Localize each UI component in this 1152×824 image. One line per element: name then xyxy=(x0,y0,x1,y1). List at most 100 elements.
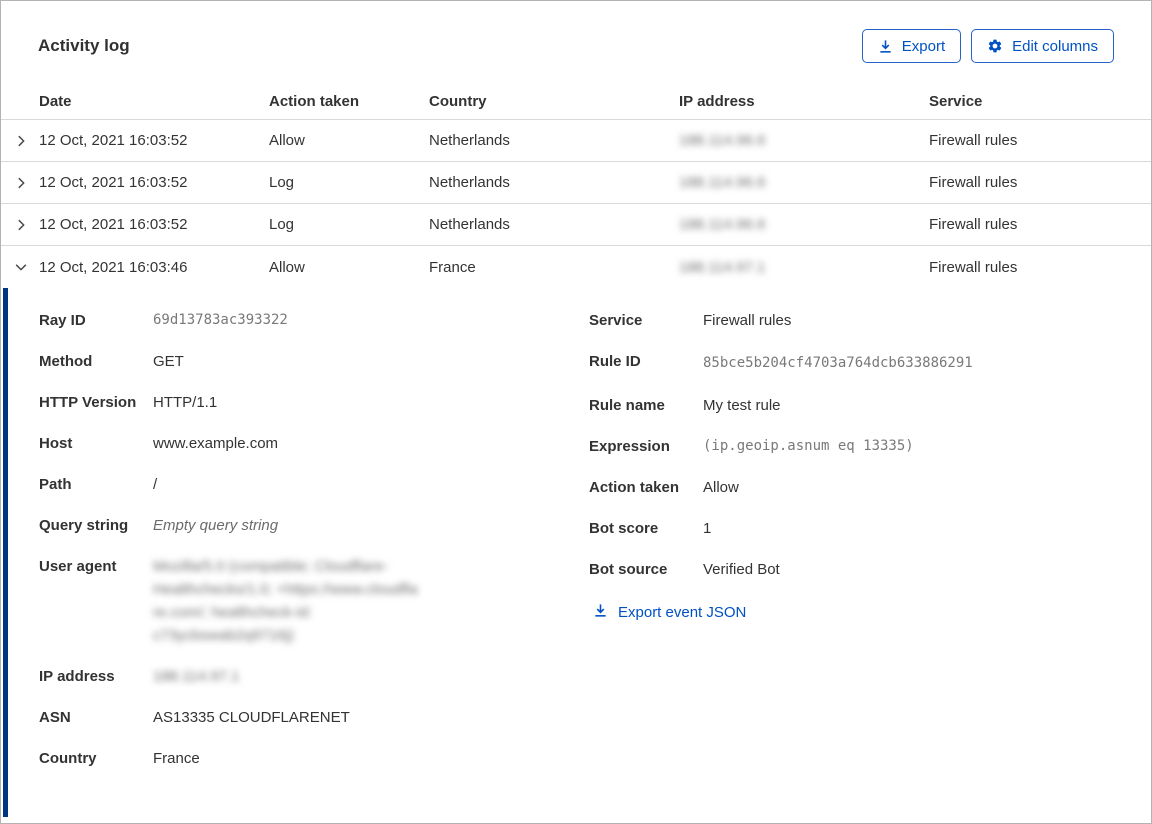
topbar: Activity log Export Edit columns xyxy=(1,1,1151,63)
detail-row: Rule ID 85bce5b204cf4703a764dcb633886291 xyxy=(589,350,1151,376)
row-service: Firewall rules xyxy=(929,216,1018,233)
detail-row: Query string Empty query string xyxy=(39,514,589,537)
detail-label: Country xyxy=(39,750,97,767)
detail-row: Bot source Verified Bot xyxy=(589,558,1151,581)
page-title: Activity log xyxy=(38,36,130,55)
row-service: Firewall rules xyxy=(929,258,1018,276)
detail-label: IP address xyxy=(39,668,115,685)
row-country: France xyxy=(429,258,476,276)
detail-value: Allow xyxy=(703,479,739,496)
row-country: Netherlands xyxy=(429,132,510,149)
detail-label: ASN xyxy=(39,709,71,726)
detail-value: Mozilla/5.0 (compatible; Cloudflare- Heal… xyxy=(153,558,418,644)
detail-label: Bot source xyxy=(589,561,668,578)
row-date: 12 Oct, 2021 16:03:52 xyxy=(39,216,188,233)
detail-column-left: Ray ID 69d13783ac393322 Method GET HTTP … xyxy=(39,309,589,817)
column-header: Date xyxy=(39,93,72,110)
detail-label: Rule ID xyxy=(589,353,641,370)
gear-icon xyxy=(987,38,1003,54)
column-header: Service xyxy=(929,93,983,110)
detail-value: 85bce5b204cf4703a764dcb633886291 xyxy=(703,355,973,371)
detail-value: GET xyxy=(153,353,184,370)
detail-label: HTTP Version xyxy=(39,394,137,411)
column-header: Country xyxy=(429,93,487,110)
detail-row: Action taken Allow xyxy=(589,476,1151,499)
detail-row: User agent Mozilla/5.0 (compatible; Clou… xyxy=(39,555,589,647)
row-date: 12 Oct, 2021 16:03:46 xyxy=(39,258,188,276)
table-row[interactable]: 12 Oct, 2021 16:03:52 Log Netherlands 18… xyxy=(1,204,1151,246)
row-date: 12 Oct, 2021 16:03:52 xyxy=(39,132,188,149)
row-action-taken: Allow xyxy=(269,258,305,276)
edit-columns-button-label: Edit columns xyxy=(1012,37,1098,55)
detail-label: User agent xyxy=(39,558,117,575)
detail-row: Host www.example.com xyxy=(39,432,589,455)
edit-columns-button[interactable]: Edit columns xyxy=(971,29,1114,63)
detail-label: Method xyxy=(39,353,93,370)
detail-value: Firewall rules xyxy=(703,312,792,329)
export-event-json-link[interactable]: Export event JSON xyxy=(593,603,746,622)
row-expand-chevron[interactable] xyxy=(1,134,39,148)
detail-label: Path xyxy=(39,476,72,493)
detail-value: 69d13783ac393322 xyxy=(153,312,288,328)
detail-row: Bot score 1 xyxy=(589,517,1151,540)
row-ip-address-redacted: 188.114.96.6 xyxy=(679,216,766,233)
table-row[interactable]: 12 Oct, 2021 16:03:52 Allow Netherlands … xyxy=(1,120,1151,162)
table-row[interactable]: 12 Oct, 2021 16:03:46 Allow France 188.1… xyxy=(1,246,1151,288)
column-header: IP address xyxy=(679,93,755,110)
export-button-label: Export xyxy=(901,37,946,55)
row-service: Firewall rules xyxy=(929,174,1018,191)
detail-value: AS13335 CLOUDFLARENET xyxy=(153,709,350,726)
detail-value: www.example.com xyxy=(153,435,279,452)
download-icon xyxy=(593,603,608,622)
detail-value: Verified Bot xyxy=(703,561,780,578)
detail-row: Service Firewall rules xyxy=(589,309,1151,332)
detail-value: / xyxy=(153,476,158,493)
detail-row: Method GET xyxy=(39,350,589,373)
table-body: 12 Oct, 2021 16:03:52 Allow Netherlands … xyxy=(1,120,1151,288)
table-row[interactable]: 12 Oct, 2021 16:03:52 Log Netherlands 18… xyxy=(1,162,1151,204)
row-ip-address-redacted: 188.114.96.6 xyxy=(679,132,766,149)
row-ip-address-redacted: 188.114.96.6 xyxy=(679,174,766,191)
download-icon xyxy=(878,39,893,54)
row-service: Firewall rules xyxy=(929,132,1018,149)
detail-value: HTTP/1.1 xyxy=(153,394,218,411)
detail-row: Country France xyxy=(39,747,589,770)
detail-label: Query string xyxy=(39,517,129,534)
row-country: Netherlands xyxy=(429,216,510,233)
detail-row: IP address 188.114.97.1 xyxy=(39,665,589,688)
header-actions: Export Edit columns xyxy=(861,29,1114,63)
detail-label: Ray ID xyxy=(39,312,86,329)
row-expand-chevron[interactable] xyxy=(1,176,39,190)
row-action-taken: Allow xyxy=(269,132,305,149)
detail-value: Empty query string xyxy=(153,517,279,534)
detail-row: HTTP Version HTTP/1.1 xyxy=(39,391,589,414)
row-ip-address-redacted: 188.114.97.1 xyxy=(679,258,766,276)
detail-row: Rule name My test rule xyxy=(589,394,1151,417)
detail-label: Rule name xyxy=(589,397,665,414)
row-date: 12 Oct, 2021 16:03:52 xyxy=(39,174,188,191)
export-button[interactable]: Export xyxy=(861,29,962,63)
detail-row: Path / xyxy=(39,473,589,496)
row-expand-chevron[interactable] xyxy=(1,218,39,232)
detail-label: Expression xyxy=(589,438,670,455)
detail-value: My test rule xyxy=(703,397,781,414)
export-event-json-label: Export event JSON xyxy=(618,604,747,621)
expanded-event-detail: Ray ID 69d13783ac393322 Method GET HTTP … xyxy=(3,288,1151,817)
row-country: Netherlands xyxy=(429,174,510,191)
column-header: Action taken xyxy=(269,93,360,110)
detail-value: 188.114.97.1 xyxy=(153,668,240,685)
detail-value: (ip.geoip.asnum eq 13335) xyxy=(703,438,914,454)
row-expand-chevron[interactable] xyxy=(1,260,39,274)
row-action-taken: Log xyxy=(269,174,295,191)
row-action-taken: Log xyxy=(269,216,295,233)
detail-label: Host xyxy=(39,435,73,452)
detail-label: Service xyxy=(589,312,643,329)
activity-log-screen: Activity log Export Edit columns Date Ac… xyxy=(0,0,1152,824)
table-header-row: Date Action taken Country IP address Service xyxy=(1,84,1151,120)
detail-column-right: Service Firewall rules Rule ID 85bce5b20… xyxy=(589,309,1151,817)
detail-row: ASN AS13335 CLOUDFLARENET xyxy=(39,706,589,729)
detail-value: France xyxy=(153,750,200,767)
detail-label: Bot score xyxy=(589,520,659,537)
detail-row: Ray ID 69d13783ac393322 xyxy=(39,309,589,332)
detail-label: Action taken xyxy=(589,479,680,496)
